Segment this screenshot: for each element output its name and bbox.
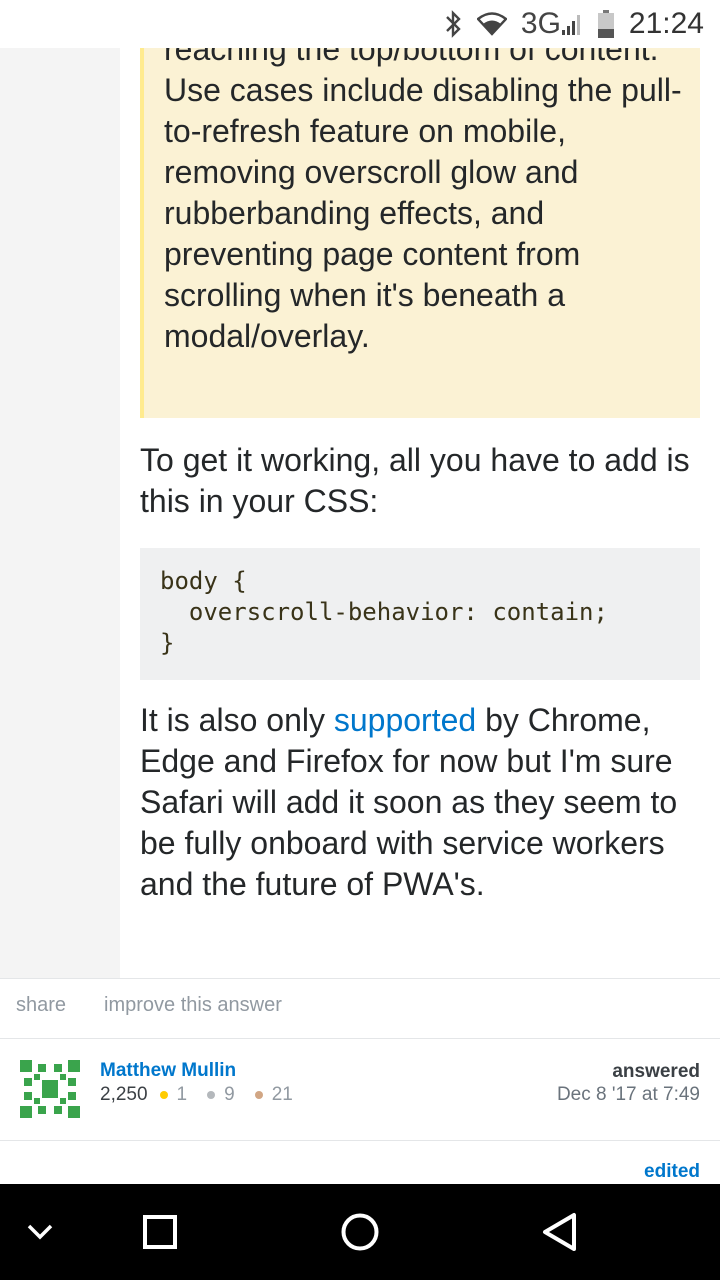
back-icon[interactable] — [540, 1212, 580, 1257]
answer-paragraph-1: To get it working, all you have to add i… — [140, 442, 690, 519]
answer-paragraph-2: It is also only supported by Chrome, Edg… — [140, 700, 700, 905]
silver-count: 9 — [224, 1084, 235, 1105]
divider — [0, 1038, 720, 1039]
paragraph-text: It is also only — [140, 702, 334, 738]
status-bar: 3G 21:24 — [0, 0, 720, 48]
gold-badge-icon — [159, 1091, 168, 1099]
divider — [0, 1140, 720, 1141]
signal-icon — [561, 12, 583, 36]
reputation-score: 2,250 — [100, 1084, 148, 1105]
silver-badge-icon — [207, 1091, 216, 1099]
user-name-link[interactable]: Matthew Mullin — [100, 1060, 236, 1082]
gold-count: 1 — [176, 1084, 188, 1105]
bronze-badge-icon — [254, 1091, 263, 1099]
code-block: body { overscroll-behavior: contain; } — [140, 548, 700, 680]
recents-icon[interactable] — [142, 1214, 178, 1255]
improve-answer-link[interactable]: improve this answer — [104, 994, 282, 1017]
user-reputation: 2,250 1 9 21 — [100, 1084, 293, 1106]
answered-label: answered — [612, 1061, 700, 1082]
left-gutter — [0, 48, 120, 978]
silver-badges: 9 — [207, 1084, 235, 1106]
wifi-icon — [476, 12, 507, 36]
bronze-count: 21 — [271, 1084, 293, 1105]
divider — [0, 978, 720, 979]
blockquote-text: reaching the top/bottom of content. Use … — [164, 31, 682, 354]
hide-keyboard-icon[interactable] — [24, 1220, 56, 1249]
avatar[interactable] — [20, 1060, 80, 1118]
blockquote: reaching the top/bottom of content. Use … — [140, 0, 700, 418]
home-icon[interactable] — [340, 1212, 380, 1257]
navigation-bar — [0, 1184, 720, 1280]
bluetooth-icon — [443, 10, 463, 38]
supported-link[interactable]: supported — [334, 702, 476, 738]
share-link[interactable]: share — [16, 994, 66, 1017]
gold-badges: 1 — [159, 1084, 188, 1106]
edited-link[interactable]: edited — [644, 1161, 700, 1183]
network-type: 3G — [520, 7, 561, 40]
battery-icon — [597, 9, 615, 39]
post-actions: share improve this answer — [16, 994, 282, 1017]
bronze-badges: 21 — [254, 1084, 293, 1106]
user-signature: Matthew Mullin 2,250 1 9 21 answered Dec… — [0, 1040, 720, 1138]
clock: 21:24 — [628, 7, 704, 40]
answered-time: Dec 8 '17 at 7:49 — [556, 1084, 700, 1105]
